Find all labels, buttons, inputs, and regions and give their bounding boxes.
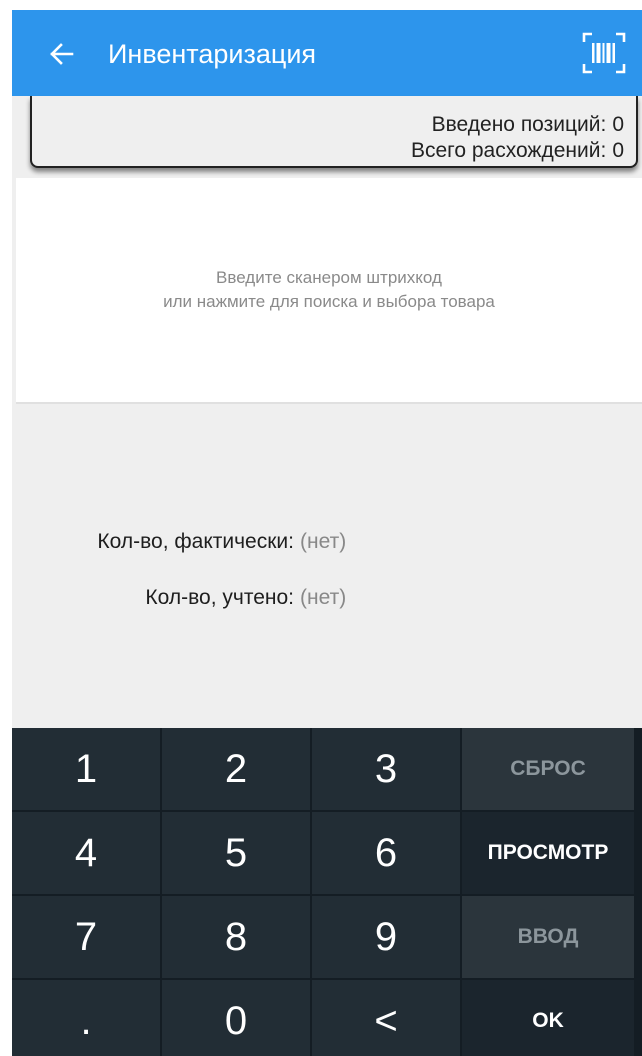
search-hint-line-2: или нажмите для поиска и выбора товара — [163, 292, 495, 311]
total-discrepancies: Всего расхождений: 0 — [411, 138, 624, 164]
quantity-actual-label: Кол-во, фактически: — [97, 530, 294, 553]
enter-button[interactable]: ВВОД — [462, 896, 634, 978]
quantity-counted-row: Кол-во, учтено: (нет) — [12, 584, 642, 612]
search-hint: Введите сканером штрихкод или нажмите дл… — [16, 266, 642, 314]
key-7[interactable]: 7 — [12, 896, 160, 978]
reset-button[interactable]: СБРОС — [462, 728, 634, 810]
quantity-actual-value: (нет) — [300, 530, 347, 553]
key-6[interactable]: 6 — [312, 812, 460, 894]
discrepancies-value: 0 — [612, 139, 624, 162]
scan-barcode-button[interactable] — [580, 30, 628, 76]
quantity-counted-value: (нет) — [300, 586, 347, 609]
summary-card: Введено позиций: 0 Всего расхождений: 0 — [30, 96, 638, 168]
key-2[interactable]: 2 — [162, 728, 310, 810]
arrow-left-icon — [50, 43, 74, 65]
key-1[interactable]: 1 — [12, 728, 160, 810]
positions-value: 0 — [612, 113, 624, 136]
key-decimal-point[interactable]: . — [12, 980, 160, 1056]
back-button[interactable] — [42, 34, 82, 74]
page-title: Инвентаризация — [108, 39, 317, 69]
key-9[interactable]: 9 — [312, 896, 460, 978]
positions-label: Введено позиций: — [431, 113, 607, 136]
product-search-area[interactable]: Введите сканером штрихкод или нажмите дл… — [16, 178, 642, 404]
app-bar: Инвентаризация — [12, 10, 642, 96]
ok-button[interactable]: OK — [462, 980, 634, 1056]
barcode-scan-icon — [582, 32, 626, 74]
key-4[interactable]: 4 — [12, 812, 160, 894]
discrepancies-label: Всего расхождений: — [410, 139, 607, 162]
quantity-actual-row: Кол-во, фактически: (нет) — [12, 528, 642, 556]
key-3[interactable]: 3 — [312, 728, 460, 810]
key-5[interactable]: 5 — [162, 812, 310, 894]
key-backspace[interactable]: < — [312, 980, 460, 1056]
search-hint-line-1: Введите сканером штрихкод — [216, 268, 442, 287]
quantity-counted-label: Кол-во, учтено: — [145, 586, 294, 609]
positions-entered: Введено позиций: 0 — [432, 112, 624, 138]
view-button[interactable]: ПРОСМОТР — [462, 812, 634, 894]
key-0[interactable]: 0 — [162, 980, 310, 1056]
app-screen: Инвентаризация Введено позиций: 0 Всего р… — [12, 10, 642, 1056]
key-8[interactable]: 8 — [162, 896, 310, 978]
numeric-keypad: 1 2 3 СБРОС 4 5 6 ПРОСМОТР 7 8 9 ВВОД . … — [12, 728, 642, 1056]
